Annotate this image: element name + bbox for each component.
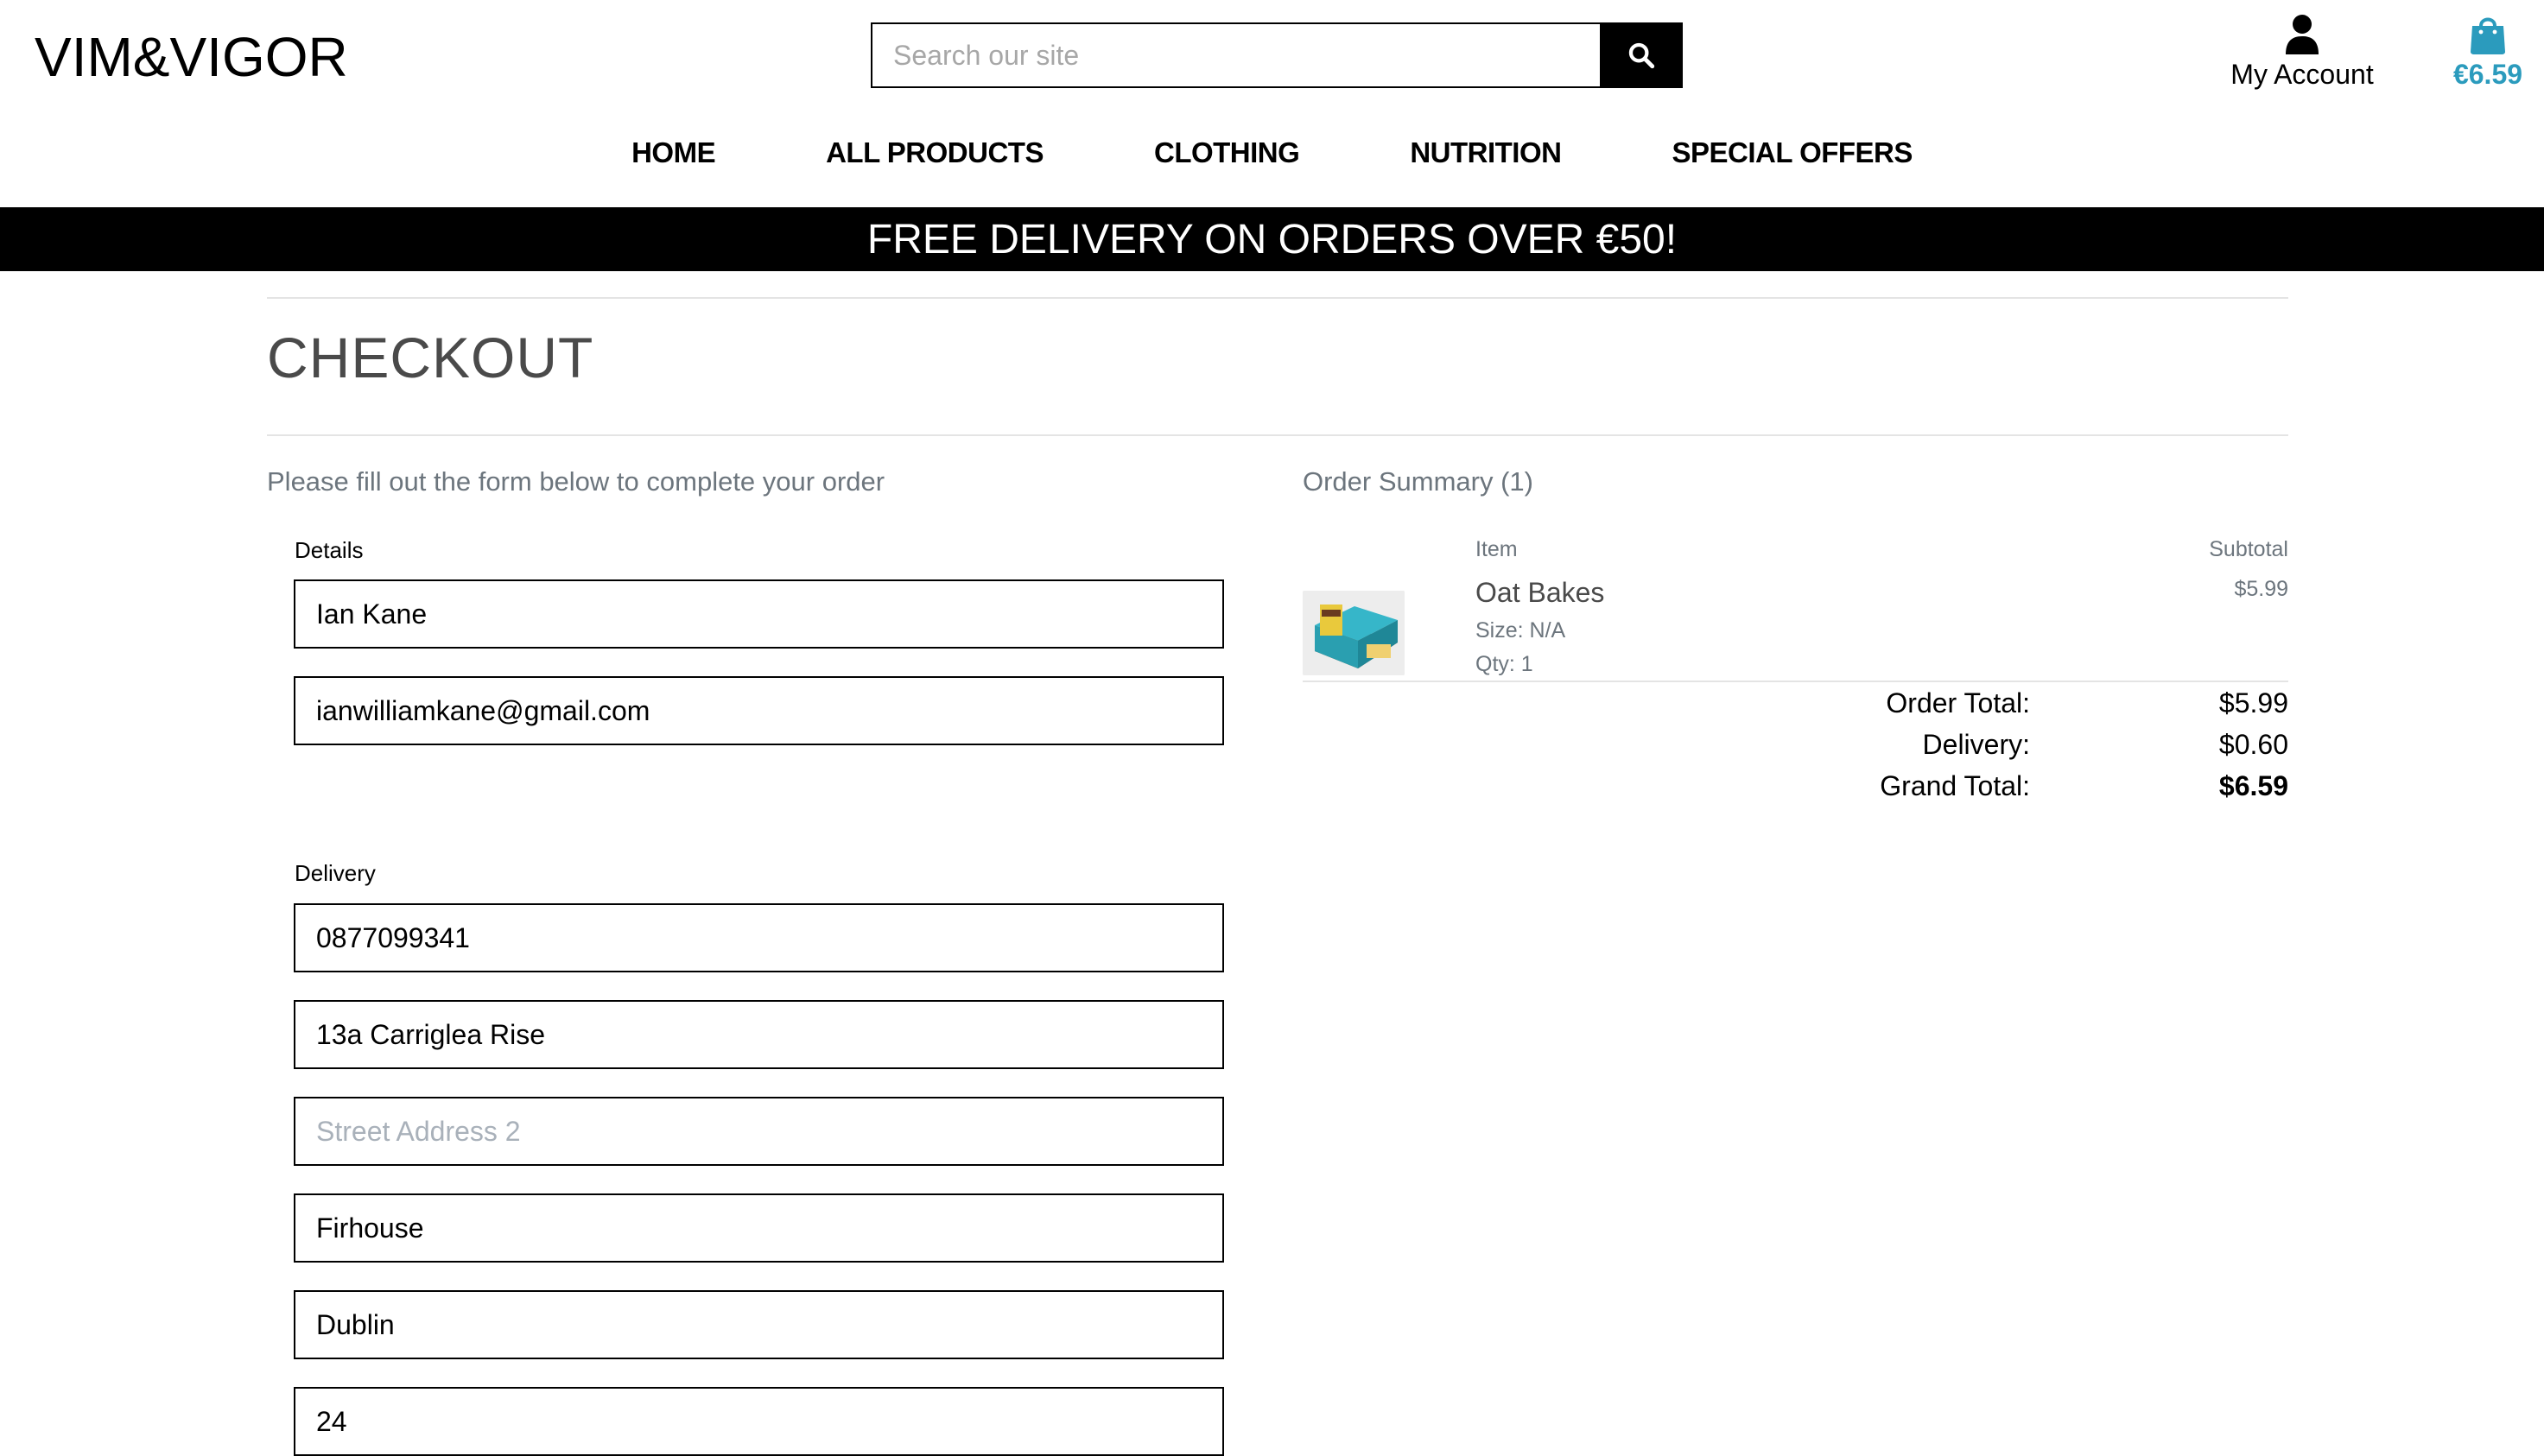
my-account-label: My Account [2230,59,2374,90]
logo-part-2: VIGOR [169,26,348,88]
summary-divider [1303,681,2288,682]
site-logo[interactable]: VIM&VIGOR [35,26,348,88]
search-button[interactable] [1600,22,1683,88]
delivery-banner: FREE DELIVERY ON ORDERS OVER €50! [0,207,2544,271]
delivery-legend: Delivery [295,860,376,886]
shopping-bag-icon [2471,17,2505,54]
full-name-field[interactable] [294,579,1224,649]
item-size: Size: N/A [1475,618,1566,643]
product-image [1303,591,1405,675]
nav-clothing[interactable]: CLOTHING [1154,136,1300,169]
checkout-intro: Please fill out the form below to comple… [267,466,885,497]
details-legend: Details [295,537,364,563]
item-name: Oat Bakes [1475,577,1605,608]
item-qty: Qty: 1 [1475,652,1533,676]
nav-all-products[interactable]: ALL PRODUCTS [826,136,1044,169]
delivery-cost-value: $0.60 [2218,729,2288,760]
delivery-cost-label: Delivery: [1922,729,2030,760]
search-icon [1628,42,1655,69]
order-total-label: Order Total: [1886,687,2030,719]
logo-part-1: VIM& [35,26,170,88]
product-thumbnail[interactable] [1303,591,1405,675]
street-address-2-field[interactable] [294,1097,1224,1166]
grand-total-label: Grand Total: [1880,770,2030,801]
nav-home[interactable]: HOME [631,136,716,169]
title-divider-bottom [267,434,2288,436]
search-input[interactable] [871,22,1600,88]
bag-total: €6.59 [2452,59,2523,90]
nav-special-offers[interactable]: SPECIAL OFFERS [1672,136,1913,169]
shopping-bag-link[interactable]: €6.59 [2436,14,2540,91]
my-account-link[interactable]: My Account [2211,14,2393,91]
order-total-value: $5.99 [2218,687,2288,719]
grand-total-value: $6.59 [2218,770,2288,801]
user-icon [2286,15,2319,54]
subtotal-column-header: Subtotal [2209,537,2288,561]
delivery-banner-text: FREE DELIVERY ON ORDERS OVER €50! [866,216,1678,263]
email-field[interactable] [294,676,1224,745]
item-subtotal: $5.99 [2234,577,2288,601]
phone-number-field[interactable] [294,903,1224,972]
street-address-1-field[interactable] [294,1000,1224,1069]
main-nav: HOME ALL PRODUCTS CLOTHING NUTRITION SPE… [0,136,2544,169]
title-divider-top [267,297,2288,299]
item-column-header: Item [1475,537,1518,561]
town-city-field[interactable] [294,1193,1224,1263]
nav-nutrition[interactable]: NUTRITION [1410,136,1562,169]
site-search [871,22,1683,88]
order-summary-title: Order Summary (1) [1303,466,1533,497]
page-title: CHECKOUT [267,326,594,389]
county-field[interactable] [294,1290,1224,1359]
postcode-field[interactable] [294,1387,1224,1456]
